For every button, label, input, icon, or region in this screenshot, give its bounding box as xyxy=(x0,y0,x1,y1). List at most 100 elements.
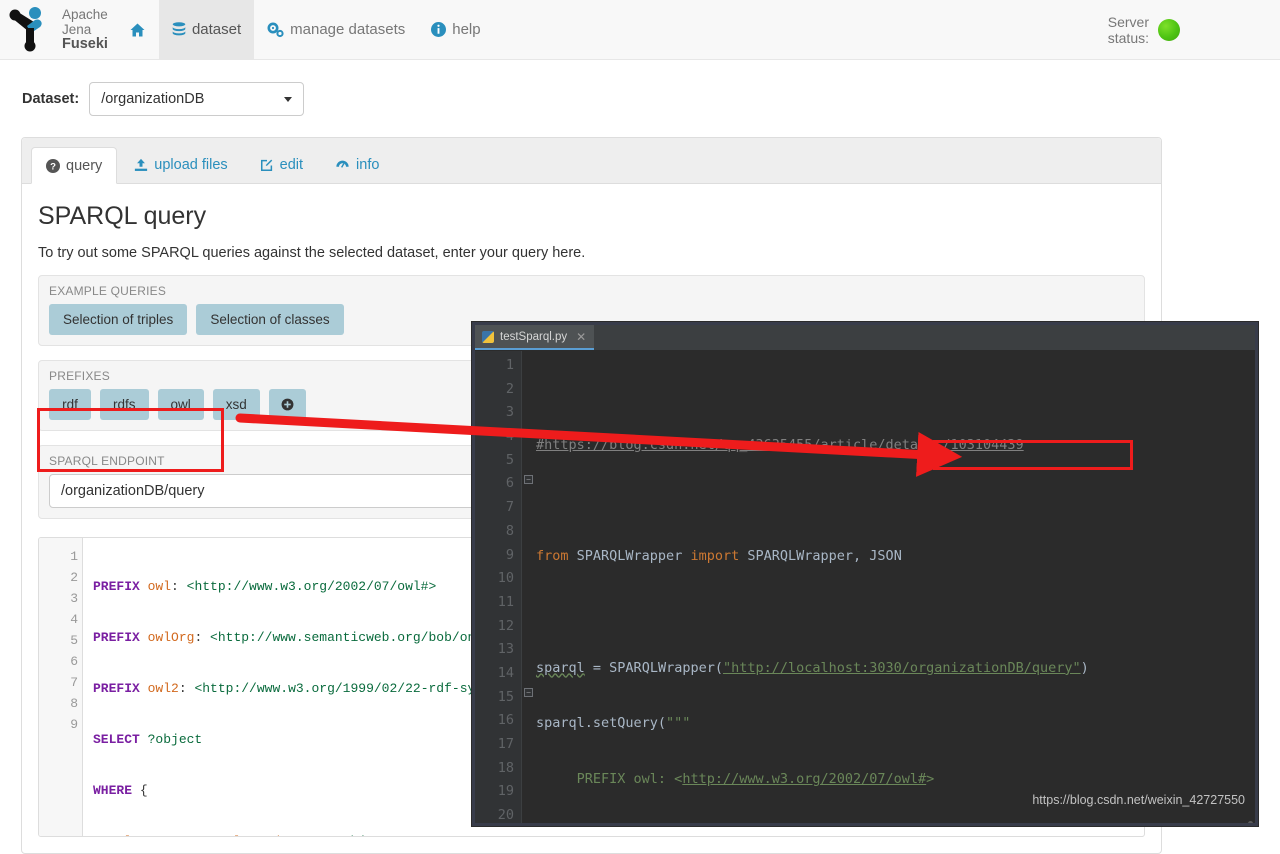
line-number: 2 xyxy=(70,570,78,585)
database-icon xyxy=(172,21,186,38)
upload-icon xyxy=(134,158,148,172)
nav-dataset[interactable]: dataset xyxy=(158,0,255,59)
watermark-text: https://blog.csdn.net/weixin_42727550 xyxy=(1032,793,1245,807)
line-number: 4 xyxy=(505,428,514,445)
top-navbar: Apache Jena Fuseki dataset manage datase… xyxy=(0,0,1280,60)
line-number: 19 xyxy=(497,783,514,800)
fuseki-logo-icon xyxy=(4,6,56,54)
tab-info-label: info xyxy=(356,157,380,173)
tab-edit[interactable]: edit xyxy=(245,147,318,183)
tab-query[interactable]: ? query xyxy=(31,147,118,184)
dataset-label: Dataset: xyxy=(22,91,80,107)
line-number: 12 xyxy=(497,617,514,634)
line-number: 18 xyxy=(497,759,514,776)
dataset-selector-row: Dataset: /organizationDB xyxy=(0,60,1280,116)
ide-window: testSparql.py ✕ 1 2 3 4 5 6 7 8 9 10 11 … xyxy=(472,322,1258,826)
sparql-editor-gutter: 1 2 3 4 5 6 7 8 9 xyxy=(39,538,83,836)
line-number: 9 xyxy=(505,546,514,563)
line-number: 2 xyxy=(505,380,514,397)
nav-items: dataset manage datasets help xyxy=(116,0,494,59)
prefix-owl[interactable]: owl xyxy=(157,389,204,420)
line-number: 16 xyxy=(497,712,514,729)
nav-help-label: help xyxy=(452,21,481,38)
line-number: 1 xyxy=(505,357,514,373)
panel-tabbar: ? query upload files edit info xyxy=(22,138,1161,184)
tab-upload-files[interactable]: upload files xyxy=(119,147,242,183)
ide-tab-testsparql[interactable]: testSparql.py ✕ xyxy=(475,325,595,350)
tab-info[interactable]: info xyxy=(320,147,394,183)
line-number: 6 xyxy=(505,475,514,492)
dashboard-icon xyxy=(335,158,350,172)
pencil-square-icon xyxy=(260,158,274,172)
prefix-rdfs[interactable]: rdfs xyxy=(100,389,149,420)
line-number: 11 xyxy=(497,593,514,610)
server-status-label: Server status: xyxy=(1108,14,1149,46)
code-line: PREFIX owl: <http://www.w3.org/2002/07/o… xyxy=(536,771,935,788)
line-number: 8 xyxy=(505,522,514,539)
server-status-line2: status: xyxy=(1107,29,1149,46)
code-line: owlOrg:sougou owlOrg:donate ?object xyxy=(93,831,1144,836)
line-number: 10 xyxy=(497,570,514,587)
line-number: 15 xyxy=(497,688,514,705)
close-icon[interactable]: ✕ xyxy=(576,330,586,344)
line-number: 3 xyxy=(70,591,78,606)
line-number: 5 xyxy=(505,451,514,468)
line-number: 5 xyxy=(70,633,78,648)
line-number: 13 xyxy=(497,641,514,658)
ide-gutter: 1 2 3 4 5 6 7 8 9 10 11 12 13 14 15 16 1… xyxy=(475,351,521,823)
line-number: 17 xyxy=(497,736,514,752)
tab-upload-files-label: upload files xyxy=(154,157,228,173)
server-status: Server status: xyxy=(1108,0,1180,59)
example-query-selection-of-triples[interactable]: Selection of triples xyxy=(49,304,188,335)
ide-vertical-scrollbar[interactable] xyxy=(1245,351,1255,823)
chevron-down-icon xyxy=(284,96,293,102)
brand-logo: Apache Jena Fuseki xyxy=(0,0,116,59)
code-line: #https://blog.csdn.net/qq_43635455/artic… xyxy=(536,437,1024,453)
prefix-rdf[interactable]: rdf xyxy=(49,389,91,420)
code-line: sparql = SPARQLWrapper("http://localhost… xyxy=(536,659,1089,676)
svg-text:?: ? xyxy=(50,161,56,172)
nav-manage-datasets-label: manage datasets xyxy=(290,21,406,38)
prefix-xsd[interactable]: xsd xyxy=(212,389,260,420)
nav-home[interactable] xyxy=(116,0,159,59)
brand-line-jena: Jena xyxy=(62,22,92,37)
code-line: sparql.setQuery(""" xyxy=(536,715,691,732)
python-file-icon xyxy=(482,330,494,343)
add-prefix-button[interactable] xyxy=(268,389,306,420)
server-status-indicator xyxy=(1158,18,1180,41)
gears-icon xyxy=(267,22,284,38)
line-number: 7 xyxy=(505,499,514,516)
plus-circle-icon xyxy=(281,398,294,411)
fold-marker-icon[interactable]: − xyxy=(524,475,533,484)
nav-dataset-label: dataset xyxy=(191,21,242,38)
ide-editor[interactable]: 1 2 3 4 5 6 7 8 9 10 11 12 13 14 15 16 1… xyxy=(475,351,1255,823)
server-status-line1: Server xyxy=(1107,13,1149,30)
code-line: from SPARQLWrapper import SPARQLWrapper,… xyxy=(536,548,902,565)
brand-line-apache: Apache xyxy=(62,7,108,22)
line-number: 6 xyxy=(70,654,78,669)
tab-edit-label: edit xyxy=(279,157,304,173)
home-icon xyxy=(129,22,146,38)
line-number: 8 xyxy=(70,696,78,711)
line-number: 20 xyxy=(497,807,514,824)
page-subtitle: To try out some SPARQL queries against t… xyxy=(38,245,586,261)
line-number: 14 xyxy=(497,664,514,681)
brand-line-fuseki: Fuseki xyxy=(62,36,108,52)
nav-manage-datasets[interactable]: manage datasets xyxy=(254,0,418,59)
tab-query-label: query xyxy=(66,157,103,174)
ide-code[interactable]: − − #https://blog.csdn.net/qq_43635455/a… xyxy=(521,351,1255,823)
ide-tabbar: testSparql.py ✕ xyxy=(475,325,1255,351)
example-query-selection-of-classes[interactable]: Selection of classes xyxy=(196,304,344,335)
line-number: 1 xyxy=(70,549,78,564)
line-number: 9 xyxy=(70,717,78,732)
line-number: 3 xyxy=(505,404,514,421)
brand-text: Apache Jena Fuseki xyxy=(62,7,108,52)
line-number: 4 xyxy=(70,612,78,627)
dataset-select[interactable]: /organizationDB xyxy=(89,82,305,116)
scrollbar-thumb[interactable] xyxy=(1248,821,1253,823)
nav-help[interactable]: help xyxy=(418,0,493,59)
dataset-select-value: /organizationDB xyxy=(101,91,205,107)
fold-marker-icon[interactable]: − xyxy=(524,688,533,697)
question-circle-icon: ? xyxy=(46,158,60,173)
